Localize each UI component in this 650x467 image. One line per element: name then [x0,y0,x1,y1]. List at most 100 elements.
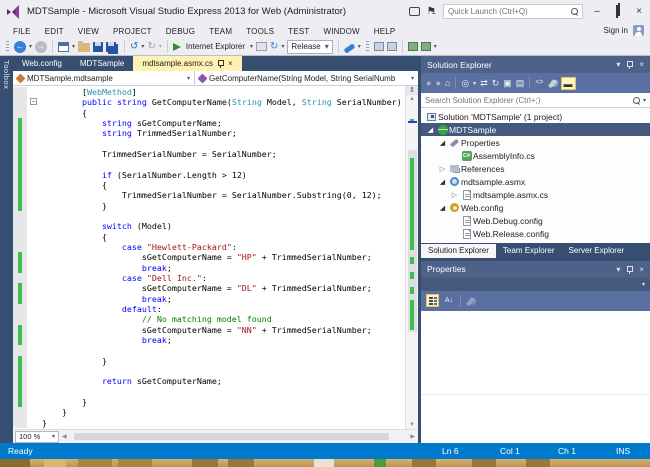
type-dropdown[interactable]: MDTSample.mdtsample ▾ [13,71,195,85]
code-line[interactable]: default: [13,304,405,314]
code-editor[interactable]: [WebMethod]−public string GetComputerNam… [13,86,405,429]
se-properties-icon[interactable] [547,80,556,89]
se-forward-icon[interactable]: ● [435,77,440,89]
properties-pin-icon[interactable] [626,265,633,274]
account-avatar-icon[interactable] [633,25,644,36]
se-show-all-files-icon[interactable]: ▤ [516,77,525,89]
tree-item-properties[interactable]: ◢Properties [421,136,650,149]
open-file-icon[interactable] [78,43,90,52]
menu-team[interactable]: TEAM [202,27,239,36]
tree-item-references[interactable]: ▷References [421,162,650,175]
web-settings-icon[interactable] [387,42,397,51]
feedback-icon[interactable] [409,7,420,16]
code-line[interactable] [13,159,405,169]
undo-dropdown[interactable]: ▾ [141,43,144,50]
se-home-icon[interactable]: ⌂ [445,77,450,89]
code-line[interactable]: string sGetComputerName; [13,118,405,128]
sign-in-link[interactable]: Sign in [604,26,628,35]
properties-position-dropdown-icon[interactable]: ▾ [616,265,620,274]
code-line[interactable]: sGetComputerName = "NN" + TrimmedSerialN… [13,325,405,335]
menu-view[interactable]: VIEW [71,27,106,36]
scroll-down-icon[interactable]: ▼ [406,422,418,428]
alphabetical-sort-icon[interactable]: A↓ [443,295,455,307]
start-debug-icon[interactable] [173,43,181,51]
browse-with-icon[interactable] [421,42,431,51]
window-position-dropdown-icon[interactable]: ▾ [616,60,620,69]
doc-tab-web.config[interactable]: Web.config [13,56,71,71]
tool-tab-server-explorer[interactable]: Server Explorer [562,244,632,258]
toolbox-tab[interactable]: Toolbox [0,56,13,443]
se-refresh-icon[interactable]: ↻ [492,77,500,89]
auto-hide-pin-icon[interactable] [626,60,633,69]
code-line[interactable] [13,211,405,221]
toolbar-overflow-chevron[interactable]: ▾ [358,43,361,50]
run-target-label[interactable]: Internet Explorer [186,42,245,51]
properties-titlebar[interactable]: Properties ▾ × [421,261,650,278]
new-project-dropdown[interactable]: ▾ [72,43,75,50]
tab-pin-icon[interactable] [217,59,224,68]
save-all-icon[interactable] [106,42,116,52]
zoom-level-combo[interactable]: 100 % ▾ [15,431,59,443]
tree-item-mdtsample[interactable]: ◢MDTSample [421,123,650,136]
se-filter-icon[interactable]: ◎ [461,77,469,89]
publish-icon[interactable] [374,42,384,51]
tool-tab-solution-explorer[interactable]: Solution Explorer [421,244,496,258]
tree-expand-icon[interactable]: ◢ [437,139,448,147]
se-sync-icon[interactable]: ⇄ [480,77,488,89]
undo-icon[interactable]: ↺ [130,41,138,53]
code-line[interactable]: { [13,232,405,242]
code-line[interactable]: { [13,108,405,118]
properties-object-combo[interactable]: ▾ [421,278,650,291]
se-collapse-all-icon[interactable]: ▣ [503,77,512,89]
vertical-scrollbar[interactable]: ⇕ ▲ ▼ [405,86,418,429]
code-line[interactable]: } [13,418,405,428]
tree-expand-icon[interactable]: ▷ [449,191,460,199]
code-line[interactable]: } [13,201,405,211]
code-line[interactable]: sGetComputerName = "HP" + TrimmedSerialN… [13,252,405,262]
redo-dropdown[interactable]: ▾ [159,43,162,50]
code-line[interactable]: // No matching model found [13,314,405,324]
code-line[interactable]: case "Dell Inc.": [13,273,405,283]
tree-item-web.debug.config[interactable]: Web.Debug.config [421,214,650,227]
member-dropdown[interactable]: GetComputerName(String Model, String Ser… [195,71,418,85]
attach-to-process-icon[interactable] [256,42,267,51]
find-icon[interactable] [343,43,355,53]
close-panel-icon[interactable]: × [639,60,644,69]
refresh-dropdown[interactable]: ▾ [281,43,284,50]
code-line[interactable]: break; [13,263,405,273]
se-filter-dropdown[interactable]: ▾ [473,80,476,87]
se-view-code-icon[interactable]: <> [535,77,543,89]
restore-button[interactable] [611,6,625,17]
minimize-button[interactable]: – [590,6,604,17]
menu-window[interactable]: WINDOW [316,27,366,36]
new-project-icon[interactable] [58,42,69,52]
code-line[interactable] [13,139,405,149]
run-target-dropdown[interactable]: ▾ [250,43,253,50]
tree-item-mdtsample.asmx.cs[interactable]: ▷mdtsample.asmx.cs [421,188,650,201]
menu-project[interactable]: PROJECT [106,27,159,36]
refresh-icon[interactable]: ↻ [270,41,278,53]
code-line[interactable]: break; [13,294,405,304]
code-line[interactable]: } [13,356,405,366]
code-line[interactable]: TrimmedSerialNumber = SerialNumber; [13,149,405,159]
configuration-combo[interactable]: Release ▾ [287,40,332,54]
toolbar-grip-2[interactable] [366,41,369,53]
navigate-back-dropdown[interactable]: ▾ [29,43,32,50]
tree-expand-icon[interactable]: ▷ [437,165,448,173]
toolbar-grip[interactable] [6,41,9,53]
toolbar-overflow-chevron-2[interactable]: ▾ [434,43,437,50]
code-line[interactable]: { [13,180,405,190]
code-line[interactable]: switch (Model) [13,221,405,231]
tree-item-web.release.config[interactable]: Web.Release.config [421,227,650,240]
tool-tab-team-explorer[interactable]: Team Explorer [496,244,562,258]
code-line[interactable]: } [13,407,405,417]
code-line[interactable] [13,366,405,376]
tab-close-icon[interactable]: × [228,56,233,71]
tree-item-solution-mdtsample-1-project-[interactable]: Solution 'MDTSample' (1 project) [421,110,650,123]
menu-test[interactable]: TEST [281,27,316,36]
hscrollbar-thumb[interactable] [74,433,390,440]
menu-debug[interactable]: DEBUG [159,27,202,36]
code-line[interactable]: string TrimmedSerialNumber; [13,128,405,138]
solution-explorer-titlebar[interactable]: Solution Explorer ▾ × [421,56,650,73]
scroll-right-icon[interactable]: ▶ [407,433,418,440]
